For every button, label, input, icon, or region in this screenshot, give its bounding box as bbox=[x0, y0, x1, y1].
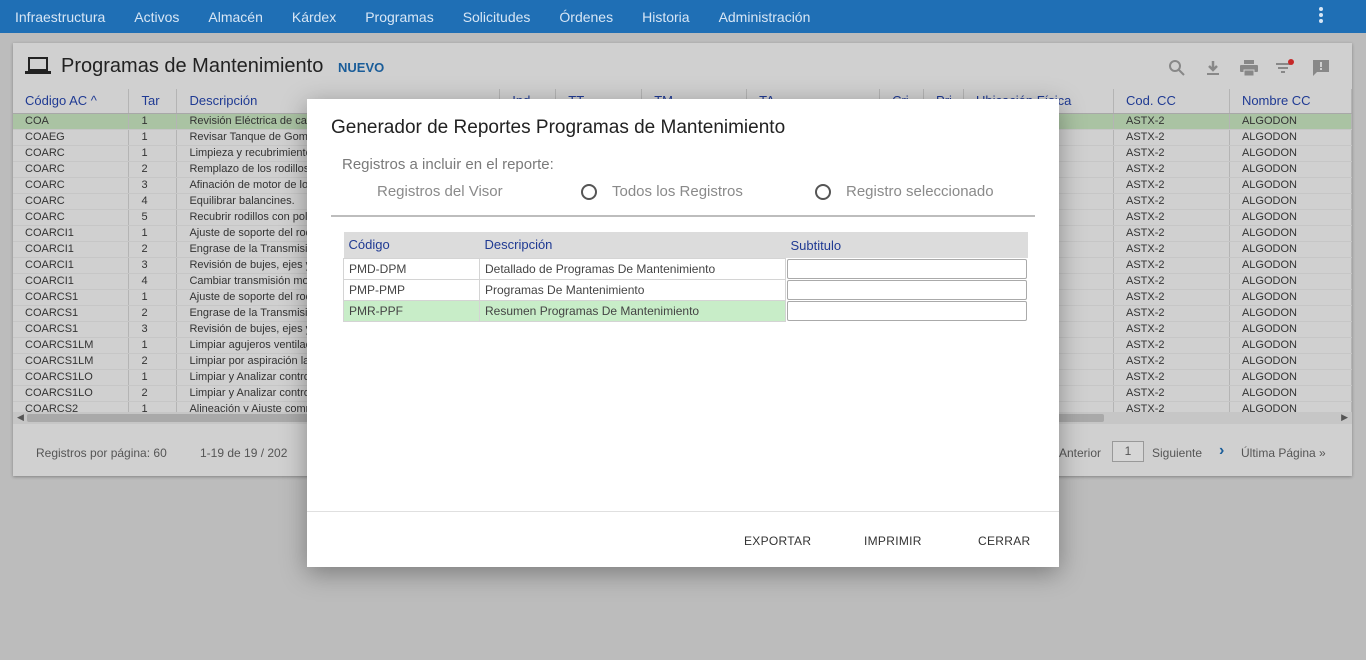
dialog-footer: EXPORTAR IMPRIMIR CERRAR bbox=[307, 511, 1059, 567]
option-selected-record-label: Registro seleccionado bbox=[846, 183, 994, 200]
records-section-label: Registros a incluir en el reporte: bbox=[342, 156, 554, 173]
option-viewer-records-label: Registros del Visor bbox=[377, 183, 503, 200]
dialog-title: Generador de Reportes Programas de Mante… bbox=[331, 117, 786, 138]
subtitle-input[interactable] bbox=[787, 279, 1027, 300]
export-button[interactable]: EXPORTAR bbox=[744, 534, 811, 548]
option-all-records-label: Todos los Registros bbox=[612, 183, 743, 200]
column-header-code: Código bbox=[343, 232, 480, 258]
report-description: Detallado de Programas De Mantenimiento bbox=[479, 257, 786, 280]
option-selected-record[interactable]: Registro seleccionado bbox=[815, 183, 994, 200]
radio-all-records[interactable] bbox=[581, 183, 597, 200]
report-code: PMP-PMP bbox=[343, 278, 480, 301]
report-subtitle-cell bbox=[786, 258, 1028, 279]
report-code: PMR-PPF bbox=[343, 299, 480, 322]
report-subtitle-cell bbox=[786, 279, 1028, 300]
print-button[interactable]: IMPRIMIR bbox=[864, 534, 922, 548]
report-description: Resumen Programas De Mantenimiento bbox=[479, 299, 786, 322]
report-row[interactable]: PMP-PMP Programas De Mantenimiento bbox=[343, 278, 1028, 301]
report-row-selected[interactable]: PMR-PPF Resumen Programas De Mantenimien… bbox=[343, 299, 1028, 322]
radio-selected-record[interactable] bbox=[815, 183, 831, 200]
subtitle-input[interactable] bbox=[787, 300, 1027, 321]
reports-table: Código Descripción Subtitulo PMD-DPM Det… bbox=[343, 232, 1028, 322]
report-subtitle-cell bbox=[786, 300, 1028, 321]
divider bbox=[331, 215, 1035, 217]
report-row[interactable]: PMD-DPM Detallado de Programas De Manten… bbox=[343, 257, 1028, 280]
option-viewer-records[interactable]: Registros del Visor bbox=[377, 183, 503, 200]
column-header-description: Descripción bbox=[479, 232, 786, 258]
report-generator-dialog: Generador de Reportes Programas de Mante… bbox=[307, 99, 1059, 567]
column-header-subtitle: Subtitulo bbox=[785, 232, 1028, 258]
report-description: Programas De Mantenimiento bbox=[479, 278, 786, 301]
close-button[interactable]: CERRAR bbox=[978, 534, 1030, 548]
subtitle-input[interactable] bbox=[787, 258, 1027, 279]
report-code: PMD-DPM bbox=[343, 257, 480, 280]
option-all-records[interactable]: Todos los Registros bbox=[581, 183, 743, 200]
